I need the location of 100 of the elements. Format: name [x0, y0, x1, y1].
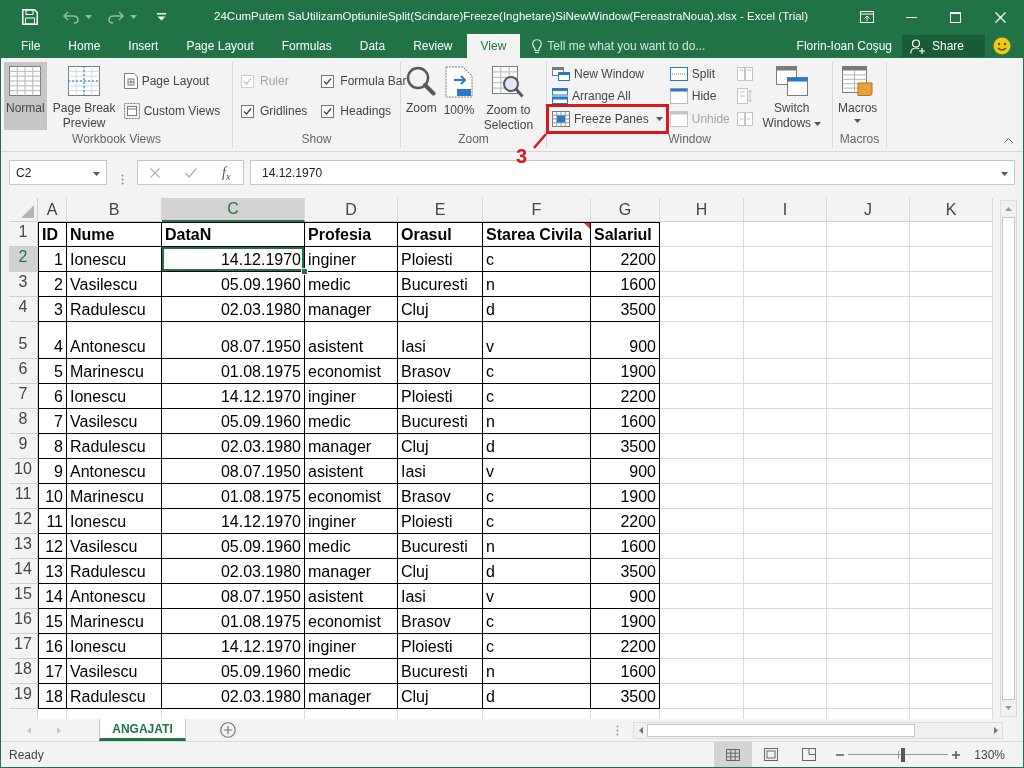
zoom-level[interactable]: 130%: [974, 745, 1005, 764]
table-cell: medic: [305, 272, 398, 297]
column-header[interactable]: D: [305, 198, 398, 222]
user-name[interactable]: Florin-Ioan Coşug: [796, 37, 892, 55]
row-header[interactable]: 13: [9, 534, 38, 559]
scrollbar-thumb[interactable]: [647, 723, 915, 737]
sheet-tab[interactable]: ANGAJATI: [99, 719, 186, 741]
row-header[interactable]: 2: [9, 247, 38, 272]
ribbon-tab[interactable]: Formulas: [267, 34, 346, 58]
checkbox[interactable]: [241, 104, 254, 118]
table-cell: Iasi: [398, 322, 483, 359]
ribbon-button[interactable]: Split: [667, 62, 718, 85]
undo-icon: [63, 10, 79, 24]
row-header[interactable]: 10: [9, 459, 38, 484]
ribbon-button[interactable]: Normal: [4, 62, 47, 130]
column-header[interactable]: I: [744, 198, 827, 222]
row-header[interactable]: 1: [9, 222, 38, 247]
caret-icon: [85, 15, 92, 19]
checkbox-label[interactable]: Formula Bar: [340, 72, 407, 90]
row-header[interactable]: 6: [9, 359, 38, 384]
checkbox[interactable]: [321, 74, 335, 88]
zoom-slider[interactable]: [848, 747, 949, 762]
undo-button[interactable]: [63, 10, 92, 24]
row-header[interactable]: 5: [9, 322, 38, 359]
ribbon-tab[interactable]: Review: [399, 34, 467, 58]
ribbon-tab[interactable]: Home: [54, 34, 115, 58]
ribbon-button[interactable]: Custom Views: [121, 100, 223, 122]
slider-thumb[interactable]: [901, 747, 906, 762]
ribbon-tab[interactable]: File: [7, 34, 55, 58]
checkbox[interactable]: [321, 104, 335, 118]
ribbon-button[interactable]: Page Layout: [121, 70, 212, 92]
ribbon-button[interactable]: Zoom to Selection: [479, 62, 538, 130]
column-header[interactable]: A: [38, 198, 67, 222]
scrollbar-thumb[interactable]: [1001, 217, 1015, 700]
save-button[interactable]: [21, 8, 39, 26]
row-header[interactable]: 19: [9, 684, 38, 709]
row-header[interactable]: 15: [9, 584, 38, 609]
search-field[interactable]: Tell me what you want to do...: [547, 37, 733, 55]
table-cell: 4: [38, 322, 67, 359]
share-button[interactable]: Share: [902, 35, 985, 57]
row-header[interactable]: 14: [9, 559, 38, 584]
column-header[interactable]: H: [660, 198, 744, 222]
ribbon-button[interactable]: Arrange All: [550, 85, 633, 107]
column-header[interactable]: J: [827, 198, 910, 222]
ribbon-tab[interactable]: Insert: [114, 34, 173, 58]
ribbon-tab[interactable]: View: [466, 34, 521, 58]
new-sheet-button[interactable]: [220, 722, 236, 738]
column-header[interactable]: K: [910, 198, 993, 222]
table-cell: manager: [305, 434, 398, 459]
vertical-scrollbar[interactable]: [999, 200, 1017, 717]
table-cell: Antonescu: [67, 584, 162, 609]
insert-function-button[interactable]: f$_{x}$: [222, 162, 231, 183]
column-header[interactable]: B: [67, 198, 162, 222]
fill-handle-icon[interactable]: [301, 268, 308, 275]
ribbon-button[interactable]: Hide: [667, 85, 719, 107]
row-header[interactable]: 12: [9, 509, 38, 534]
ribbon-button[interactable]: New Window: [550, 62, 647, 85]
triangle-icon: [21, 205, 34, 218]
table-cell: 2200: [591, 384, 660, 409]
caret-icon: [130, 15, 137, 19]
ribbon-button[interactable]: 100%: [441, 62, 477, 130]
row-header[interactable]: 16: [9, 609, 38, 634]
cancel-icon[interactable]: [150, 167, 161, 178]
table-cell: 08.07.1950: [162, 459, 305, 484]
column-header[interactable]: E: [398, 198, 483, 222]
ribbon-button[interactable]: Switch Windows: [757, 62, 826, 130]
table-cell: economist: [305, 359, 398, 384]
column-header[interactable]: C: [162, 198, 305, 222]
ribbon-button[interactable]: Macros: [836, 62, 880, 130]
checkbox-label[interactable]: Headings: [340, 102, 392, 120]
view-button[interactable]: [714, 742, 753, 767]
row-header[interactable]: 7: [9, 384, 38, 409]
ribbon-tab[interactable]: Page Layout: [172, 34, 268, 58]
caret-up-icon[interactable]: [1004, 138, 1013, 143]
horizontal-scrollbar[interactable]: [633, 721, 1003, 739]
table-cell: Radulescu: [67, 684, 162, 709]
name-box[interactable]: C2: [9, 160, 107, 185]
row-header[interactable]: 3: [9, 272, 38, 297]
checkbox-label[interactable]: Gridlines: [260, 102, 308, 120]
table-cell: 2: [38, 272, 67, 297]
row-header[interactable]: 11: [9, 484, 38, 509]
redo-button[interactable]: [108, 10, 137, 24]
table-cell: Iasi: [398, 459, 483, 484]
ribbon-tab[interactable]: Data: [345, 34, 400, 58]
check-mark-icon[interactable]: [185, 167, 198, 178]
row-header[interactable]: 8: [9, 409, 38, 434]
ribbon-button[interactable]: Page Break Preview: [49, 62, 119, 130]
row-header[interactable]: 17: [9, 634, 38, 659]
column-header[interactable]: G: [591, 198, 660, 222]
zoom-in-button[interactable]: [952, 750, 961, 759]
ribbon-button[interactable]: Freeze Panes: [550, 107, 665, 130]
table-cell: Radulescu: [67, 559, 162, 584]
row-header[interactable]: 4: [9, 297, 38, 322]
row-header[interactable]: 18: [9, 659, 38, 684]
table-cell: 1900: [591, 609, 660, 634]
row-header[interactable]: 9: [9, 434, 38, 459]
zoom-out-button[interactable]: [836, 753, 845, 756]
table-cell: 3500: [591, 684, 660, 709]
column-header[interactable]: F: [483, 198, 591, 222]
customize-button[interactable]: [157, 13, 166, 21]
